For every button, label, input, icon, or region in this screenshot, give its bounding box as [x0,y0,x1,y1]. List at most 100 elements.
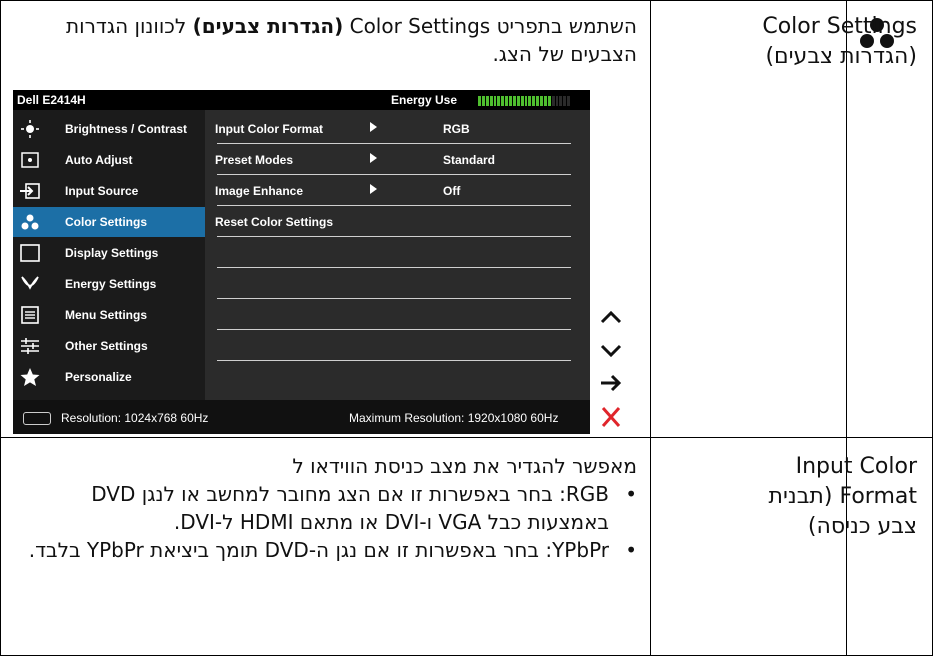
osd-menu-label: Color Settings [65,215,148,229]
osd-option-value: Off [443,184,461,198]
menu-settings-icon [21,306,39,324]
osd-menu-item: Input Source [13,176,205,206]
energy-segment [481,96,485,106]
term-input-color-format: Input Color Format (תבנית צבע כניסה) [768,454,917,539]
osd-menu-item: Personalize [13,362,205,392]
right-arrow-icon [601,374,622,392]
up-arrow-icon [600,310,622,324]
energy-segment [512,96,516,106]
table-border-left [0,0,1,656]
submenu-arrow-icon [370,184,377,194]
osd-option-value: RGB [443,122,470,136]
osd-option-separator [217,298,571,299]
input-color-format-description: מאפשר להגדיר את מצב כניסת הווידאו ל RGB:… [27,452,637,564]
description-bold: (הגדרות צבעים) [192,14,344,38]
input-source-icon [20,183,40,199]
term-color-settings: Color Settings (הגדרות צבעים) [762,14,917,69]
color-settings-icon [21,214,39,230]
osd-option-row: Reset Color Settings [205,207,590,237]
energy-segment [493,96,497,106]
energy-segment [532,96,536,106]
osd-menu-item: Other Settings [13,331,205,361]
description-text: השתמש בתפריט Color Settings [343,14,637,38]
osd-title-bar: Dell E2414H Energy Use [13,90,590,110]
osd-footer: Resolution: 1024x768 60Hz Maximum Resolu… [13,400,590,434]
osd-option-row: Image Enhance Off [205,176,590,206]
energy-segment [567,96,570,106]
energy-segment [555,96,559,106]
document-table: Color Settings (הגדרות צבעים) השתמש בתפר… [0,0,933,656]
auto-adjust-icon [21,152,39,168]
table-row-divider [0,437,933,438]
energy-segment [524,96,528,106]
osd-menu-label: Energy Settings [65,277,157,291]
osd-option-row: Input Color Format RGB [205,114,590,144]
osd-option-separator [217,360,571,361]
bullet-list: RGB: בחר באפשרות זו אם הצג מחובר למחשב א… [27,480,637,564]
energy-segment [501,96,505,106]
brightness-icon [21,120,39,138]
energy-segment [563,96,567,106]
osd-option-name: Reset Color Settings [215,215,334,229]
osd-submenu: Input Color Format RGB Preset Modes Standar… [205,110,590,400]
osd-menu-item: Display Settings [13,238,205,268]
osd-option-name: Input Color Format [215,122,323,136]
osd-menu-screenshot: Dell E2414H Energy Use Brightness / Cont… [13,90,590,434]
maximum-resolution: Maximum Resolution: 1920x1080 60Hz [349,411,559,425]
list-item: RGB: בחר באפשרות זו אם הצג מחובר למחשב א… [27,480,637,536]
energy-segment [547,96,551,106]
osd-option-row: Preset Modes Standard [205,145,590,175]
osd-option-separator [217,205,571,206]
osd-menu-label: Brightness / Contrast [65,122,188,136]
energy-segment [485,96,489,106]
osd-menu-item: Brightness / Contrast [13,114,205,144]
osd-option-separator [217,236,571,237]
table-column-divider [650,0,651,656]
monitor-connector-icon [23,412,51,425]
exit-x-icon [601,407,621,427]
osd-option-name: Preset Modes [215,153,294,167]
energy-segment [528,96,532,106]
energy-segment [559,96,563,106]
osd-menu-label: Personalize [65,370,132,384]
osd-option-separator [217,329,571,330]
table-column-divider [846,0,847,656]
osd-main-menu: Brightness / Contrast Auto Adjust Input So… [13,110,205,400]
energy-segment [551,96,555,106]
other-settings-icon [21,338,39,354]
osd-menu-label: Auto Adjust [65,153,133,167]
osd-option-separator [217,174,571,175]
energy-segment [516,96,520,106]
energy-settings-icon [21,276,39,290]
osd-menu-item: Energy Settings [13,269,205,299]
energy-segment [520,96,524,106]
energy-segment [509,96,512,106]
osd-menu-label: Menu Settings [65,308,148,322]
osd-option-value: Standard [443,153,496,167]
monitor-model: Dell E2414H [17,93,86,107]
energy-segment [536,96,539,106]
osd-menu-label: Display Settings [65,246,159,260]
osd-option-separator [217,267,571,268]
star-icon [20,368,40,386]
energy-use-label: Energy Use [391,93,458,107]
energy-segment [505,96,508,106]
osd-menu-item: Color Settings [13,207,205,237]
submenu-arrow-icon [370,153,377,163]
osd-menu-item: Auto Adjust [13,145,205,175]
osd-option-separator [217,143,571,144]
energy-segment [478,96,481,106]
color-settings-description: השתמש בתפריט Color Settings (הגדרות צבעי… [7,12,637,68]
osd-menu-label: Other Settings [65,339,148,353]
table-border-top [0,0,933,1]
energy-segment [543,96,547,106]
osd-menu-label: Input Source [65,184,139,198]
down-arrow-icon [600,344,622,358]
display-settings-icon [20,244,40,262]
current-resolution: Resolution: 1024x768 60Hz [61,411,209,425]
osd-menu-item: Menu Settings [13,300,205,330]
description-intro: מאפשר להגדיר את מצב כניסת הווידאו ל [292,454,637,478]
energy-segment [540,96,543,106]
list-item: YPbPr: בחר באפשרות זו אם נגן ה-DVD תומך … [27,536,637,564]
energy-meter [478,96,570,106]
